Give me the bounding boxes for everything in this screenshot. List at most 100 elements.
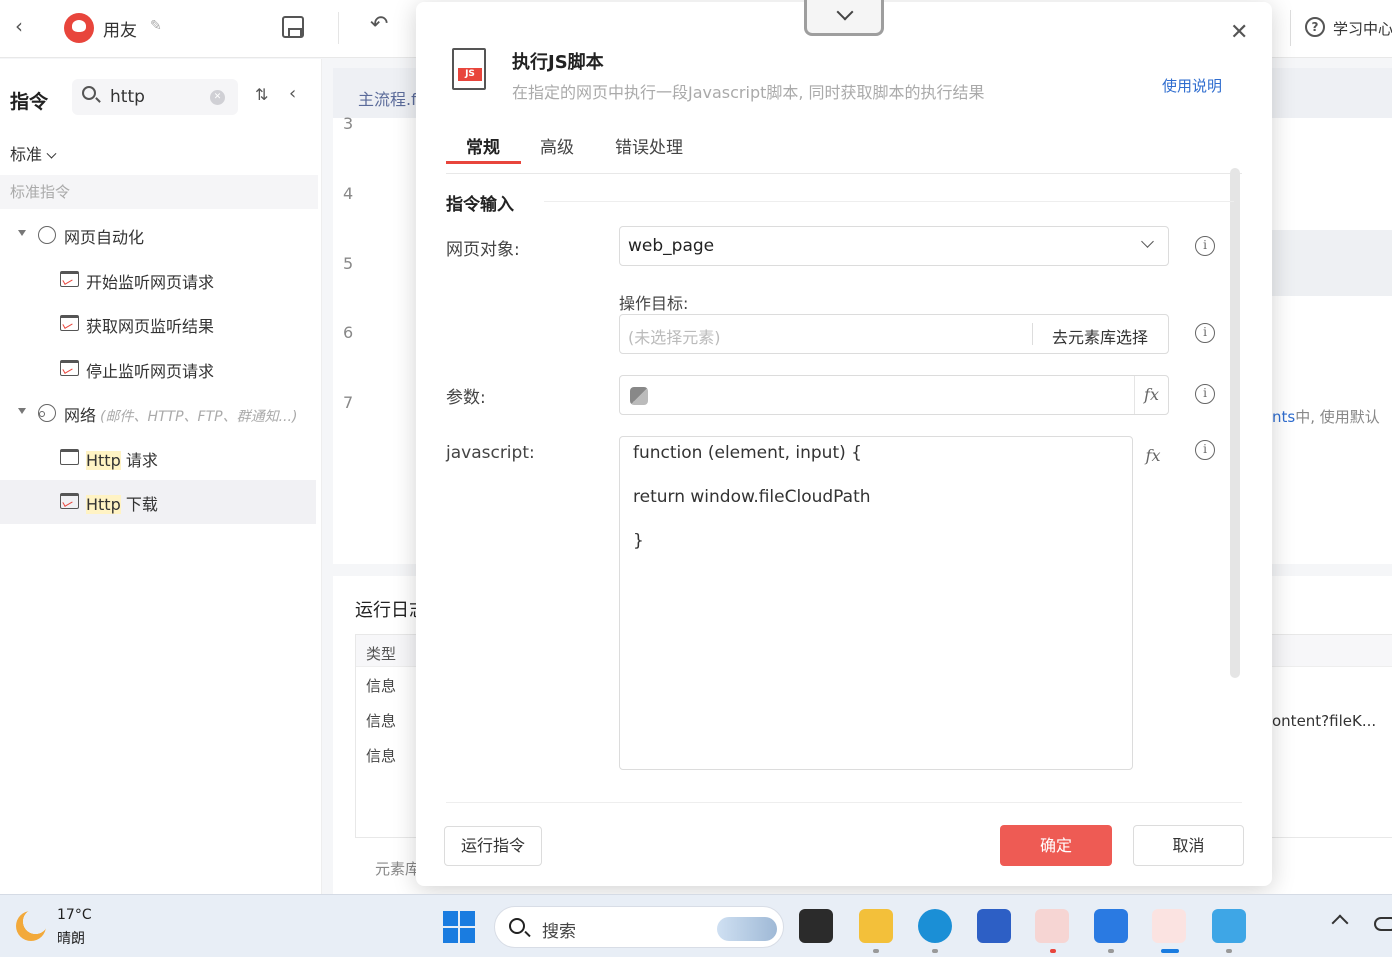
tree-group-web-automation[interactable]: 网页自动化 [0,213,316,257]
tree-item-label: Http 请求 [86,447,158,471]
edge-browser-icon[interactable] [918,909,952,943]
column-type: 类型 [366,645,397,663]
fx-icon[interactable]: fx [1134,376,1168,414]
info-icon[interactable]: i [1195,323,1215,343]
back-arrow-icon[interactable]: ‹ [8,14,30,40]
log-peek-highlight: nts [1272,408,1296,426]
section-label: 标准指令 [0,175,318,209]
code-line: return window.fileCloudPath [633,487,871,507]
code-line: } [633,531,644,551]
tab-main-flow[interactable]: 主流程.f [358,86,417,110]
save-icon[interactable] [282,16,304,38]
tree-item-get-listen-result[interactable]: 获取网页监听结果 [0,302,316,346]
line-number: 5 [343,254,354,273]
temperature: 17°C [57,907,92,923]
usage-help-link[interactable]: 使用说明 [1162,75,1222,96]
web-listen-icon [60,271,79,287]
chevron-up-icon[interactable] [1331,914,1349,932]
confirm-button[interactable]: 确定 [1000,825,1112,866]
search-highlight-image [717,917,777,941]
target-placeholder: (未选择元素) [628,328,721,347]
tree-group-name: 网络 [64,406,97,425]
windows-start-icon[interactable] [443,911,475,943]
target-element-field[interactable]: (未选择元素) 去元素库选择 [619,314,1169,354]
command-search-input[interactable]: http ✕ [72,79,238,115]
web-object-select[interactable]: web_page [619,226,1169,266]
log-row-type: 信息 [366,747,397,765]
dialog-description: 在指定的网页中执行一段Javascript脚本, 同时获取脚本的执行结果 [512,83,985,102]
search-icon [82,86,96,100]
close-icon[interactable]: ✕ [1230,20,1248,45]
section-title: 指令输入 [446,195,514,215]
tree-item-start-listen[interactable]: 开始监听网页请求 [0,258,316,302]
fx-icon[interactable]: fx [1136,439,1170,473]
line-number: 4 [343,184,354,203]
running-indicator [1050,949,1056,953]
task-view-icon[interactable] [799,909,833,943]
dingtalk-icon[interactable] [1094,909,1128,943]
pencil-icon[interactable]: ✎ [150,18,162,34]
search-icon [509,918,525,934]
info-icon[interactable]: i [1195,236,1215,256]
category-dropdown[interactable]: 标准 [10,141,57,165]
yonyou-app-icon[interactable] [1152,909,1186,943]
running-indicator [873,949,879,953]
app-logo-icon [64,13,94,43]
learning-center-button[interactable]: ? 学习中心 [1290,10,1392,46]
info-icon[interactable]: i [1195,440,1215,460]
tree-item-http-download[interactable]: Http 下载 [0,480,316,524]
taskbar-search-label: 搜索 [542,922,576,942]
yonyou-rpa-icon[interactable] [1035,909,1069,943]
tree-group-network[interactable]: 网络 (邮件、HTTP、FTP、群通知...) [0,391,316,435]
tab-advanced[interactable]: 高级 [540,133,574,158]
flow-block-peek [1272,230,1392,296]
globe-icon [38,226,56,244]
dialog-scrollbar[interactable] [1230,168,1240,678]
element-library-tab[interactable]: 元素库 [375,858,420,879]
microsoft-store-icon[interactable] [977,909,1011,943]
tree-item-http-request[interactable]: Http 请求 [0,436,316,480]
params-input[interactable]: fx [619,375,1169,415]
line-number: 3 [343,114,354,133]
question-icon: ? [1305,17,1325,37]
clear-icon[interactable]: ✕ [210,90,225,105]
tab-error-handling[interactable]: 错误处理 [615,133,683,158]
file-explorer-icon[interactable] [859,909,893,943]
web-result-icon [60,315,79,331]
caret-down-icon[interactable] [18,230,26,236]
tree-item-label: 停止监听网页请求 [86,362,215,381]
cancel-button[interactable]: 取消 [1133,825,1244,866]
notepad-icon[interactable] [1212,909,1246,943]
footer-divider [446,802,1242,803]
moon-weather-icon[interactable] [16,911,46,941]
collapse-panel-icon[interactable]: ‹ [289,83,296,104]
caret-down-icon[interactable] [18,408,26,414]
panel-title: 指令 [10,91,49,113]
select-from-library-button[interactable]: 去元素库选择 [1052,324,1148,348]
params-label: 参数: [446,388,486,408]
javascript-code-editor[interactable]: function (element, input) { return windo… [619,436,1133,770]
onedrive-icon[interactable] [1374,917,1392,931]
undo-icon[interactable]: ↶ [370,12,388,37]
tab-general[interactable]: 常规 [466,133,500,158]
run-command-button[interactable]: 运行指令 [444,826,542,866]
category-label: 标准 [10,145,43,164]
search-highlight: Http [86,451,121,470]
learning-center-label: 学习中心 [1333,20,1392,38]
info-icon[interactable]: i [1195,384,1215,404]
command-panel: 指令 http ✕ ⇅ ‹ 标准 标准指令 网页自动化 开始监听网页请求 获取网… [0,59,322,894]
python-icon [630,387,648,405]
taskbar-search[interactable]: 搜索 [494,906,784,948]
section-divider [544,201,1234,202]
http-request-icon [60,449,79,465]
log-row-type: 信息 [366,677,397,695]
tree-item-label: 开始监听网页请求 [86,273,215,292]
web-object-value: web_page [628,236,715,256]
dialog-title: 执行JS脚本 [512,52,604,73]
tree-item-stop-listen[interactable]: 停止监听网页请求 [0,347,316,391]
sort-icon[interactable]: ⇅ [255,85,268,104]
collapse-chevron-icon[interactable] [804,0,884,36]
tree-group-label: 网络 (邮件、HTTP、FTP、群通知...) [64,402,297,426]
chevron-down-icon [1141,235,1154,248]
weather-description: 晴朗 [57,931,85,947]
